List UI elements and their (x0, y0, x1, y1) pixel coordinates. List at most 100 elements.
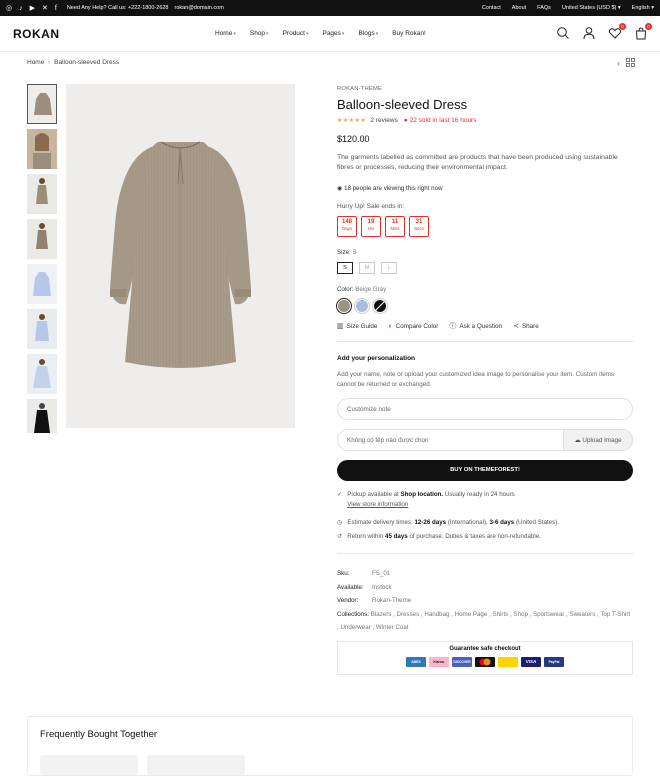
cloud-upload-icon: ☁ (574, 436, 581, 444)
size-option-l[interactable]: L (381, 262, 397, 274)
thumbnail-7[interactable] (27, 354, 57, 394)
swatch-beige-gray[interactable] (337, 299, 351, 313)
header-icons: 0 0 (556, 23, 652, 40)
main-product-image[interactable] (66, 84, 295, 428)
chevron-down-icon: ▾ (233, 31, 236, 37)
availability-value: Instock (372, 583, 392, 591)
color-label: Color: Beige Gray (337, 286, 387, 293)
nav-buy-rokan[interactable]: Buy Rokan! (392, 30, 426, 37)
thumbnail-list (27, 84, 57, 438)
tiktok-icon[interactable]: ♪ (19, 5, 23, 12)
fbt-cards (40, 755, 620, 775)
countdown-seconds: 31 Secs (409, 216, 429, 237)
product-pager: ‹ (617, 58, 635, 69)
product-vendor[interactable]: ROKAN-THEME (337, 86, 633, 92)
contact-link[interactable]: Contact (482, 5, 501, 11)
product-actions: ▥ Size Guide ◐ Compare Color ⓘ Ask a Questi… (337, 321, 633, 342)
reviews-link[interactable]: 2 reviews (370, 117, 397, 124)
customize-note-input[interactable]: Customize note (337, 398, 633, 420)
nav-home[interactable]: Home▾ (215, 30, 236, 37)
youtube-icon[interactable]: ▶ (30, 4, 35, 12)
nav-pages[interactable]: Pages▾ (322, 30, 344, 37)
maestro-icon (498, 656, 518, 667)
logo[interactable]: ROKAN (13, 27, 60, 41)
thumbnail-3[interactable] (27, 174, 57, 214)
thumbnail-2[interactable] (27, 129, 57, 169)
x-icon[interactable]: ✕ (42, 4, 48, 12)
clock-icon: ◷ (337, 519, 343, 526)
swatch-black[interactable] (373, 299, 387, 313)
countdown-timer: 148 Days 19 Hrs 11 Mins 31 Secs (337, 216, 633, 237)
thumbnail-4[interactable] (27, 219, 57, 259)
personalization-description: Add your name, note or upload your custo… (337, 371, 615, 388)
fbt-card[interactable] (147, 755, 245, 775)
chevron-down-icon: ▾ (305, 31, 309, 37)
color-wheel-icon: ◐ (388, 322, 393, 330)
size-option-m[interactable]: M (359, 262, 375, 274)
nav-shop[interactable]: Shop▾ (250, 30, 269, 37)
grid-icon[interactable] (626, 58, 635, 69)
breadcrumb-separator: › (48, 59, 51, 66)
account-icon[interactable] (582, 26, 596, 40)
help-email[interactable]: rokan@domain.com (175, 5, 224, 11)
thumbnail-8[interactable] (27, 399, 57, 433)
mastercard-icon (475, 656, 495, 667)
nav-blogs[interactable]: Blogs▾ (358, 30, 378, 37)
chevron-down-icon: ▾ (341, 31, 345, 37)
fire-icon: ● (403, 117, 408, 124)
prev-product-icon[interactable]: ‹ (617, 59, 620, 68)
breadcrumb-current: Balloon-sleeved Dress (54, 59, 120, 66)
compare-color-link[interactable]: ◐ Compare Color (388, 323, 438, 330)
eye-icon: ◉ (337, 185, 343, 192)
upload-image-button[interactable]: ☁ Upload Image (563, 429, 633, 451)
social-links: ◎ ♪ ▶ ✕ f (6, 4, 57, 13)
cart-count-badge: 0 (645, 23, 652, 30)
facebook-icon[interactable]: f (55, 5, 57, 12)
language-select[interactable]: English ▾ (632, 5, 654, 11)
thumbnail-1[interactable] (27, 84, 57, 124)
star-rating-icon[interactable]: ★★★★★ (337, 117, 366, 124)
return-icon: ↺ (337, 533, 343, 540)
visa-icon: VISA (521, 656, 541, 667)
share-link[interactable]: ≺ Share (513, 322, 539, 330)
about-link[interactable]: About (512, 5, 526, 11)
size-guide-link[interactable]: ▥ Size Guide (337, 322, 377, 330)
safe-checkout-box: Guarantee safe checkout AMEX Klarna. DIS… (337, 640, 633, 675)
site-header: ROKAN Home▾ Shop▾ Product▾ Pages▾ Blogs▾… (0, 16, 660, 52)
nav-product[interactable]: Product▾ (283, 30, 309, 37)
collections-value[interactable]: Blazers , Dresses , Handbag , Home Page … (337, 611, 630, 632)
size-options: S M L (337, 262, 633, 274)
chevron-down-icon: ▾ (375, 31, 379, 37)
fbt-card[interactable] (40, 755, 138, 775)
viewing-count: ◉ 18 people are viewing this right now (337, 185, 443, 192)
breadcrumb: Home › Balloon-sleeved Dress (27, 59, 119, 66)
faqs-link[interactable]: FAQs (537, 5, 551, 11)
sold-counter: ● 22 sold in last 16 hours (403, 117, 477, 124)
wishlist-icon[interactable]: 0 (608, 23, 626, 40)
instagram-icon[interactable]: ◎ (6, 4, 12, 12)
file-input[interactable]: Không có tệp nào được chọn ☁ Upload Imag… (337, 429, 633, 451)
size-option-s[interactable]: S (337, 262, 353, 274)
swatch-light-blue[interactable] (355, 299, 369, 313)
buy-button[interactable]: BUY ON THEMEFOREST! (337, 460, 633, 481)
discover-icon: DISCOVER (452, 656, 472, 667)
share-icon: ≺ (513, 323, 519, 330)
help-phone[interactable]: Need Any Help? Call us: +222-1800-2628 (67, 5, 169, 11)
rating-row: ★★★★★ 2 reviews ● 22 sold in last 16 hou… (337, 117, 633, 124)
currency-select[interactable]: United States (USD $) ▾ (562, 5, 621, 11)
color-swatches (337, 299, 633, 313)
vendor-value[interactable]: Rokan-Theme (372, 597, 411, 604)
thumbnail-5[interactable] (27, 264, 57, 304)
countdown-days: 148 Days (337, 216, 357, 237)
product-info: ROKAN-THEME Balloon-sleeved Dress ★★★★★ … (337, 86, 633, 675)
question-icon: ⓘ (449, 323, 457, 330)
view-store-info-link[interactable]: View store information (347, 501, 408, 508)
amex-icon: AMEX (406, 656, 426, 667)
cart-icon[interactable]: 0 (634, 23, 652, 40)
product-description: The garments labelled as committed are p… (337, 154, 618, 171)
ask-question-link[interactable]: ⓘ Ask a Question (449, 321, 502, 331)
thumbnail-6[interactable] (27, 309, 57, 349)
check-icon: ✓ (337, 491, 343, 498)
breadcrumb-home[interactable]: Home (27, 59, 44, 66)
search-icon[interactable] (556, 26, 570, 40)
